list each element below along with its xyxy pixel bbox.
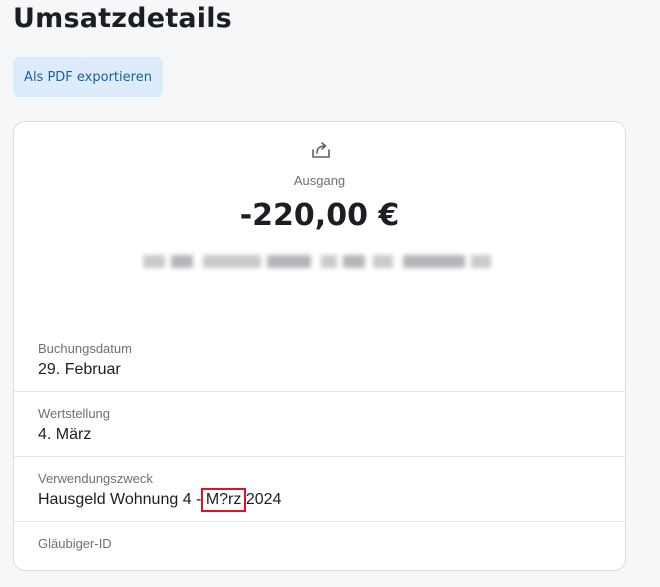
creditor-id-label: Gläubiger-ID xyxy=(38,536,112,551)
transaction-card: Ausgang -220,00 € Buchungsdatum 29. Febr… xyxy=(13,121,626,571)
value-date-value: 4. März xyxy=(38,426,92,443)
value-date-label: Wertstellung xyxy=(38,406,111,421)
detail-purpose: Verwendungszweck Hausgeld Wohnung 4 - M?… xyxy=(14,458,625,522)
counterparty-redacted xyxy=(143,252,493,272)
page-title: Umsatzdetails xyxy=(13,3,232,34)
detail-booking-date: Buchungsdatum 29. Februar xyxy=(14,328,625,392)
booking-date-label: Buchungsdatum xyxy=(38,341,132,356)
transaction-direction: Ausgang xyxy=(293,173,346,188)
purpose-text-end: 2024 xyxy=(241,491,282,508)
purpose-value: Hausgeld Wohnung 4 - M?rz 2024 xyxy=(38,488,282,512)
purpose-highlighted-month: M?rz xyxy=(200,488,247,512)
detail-creditor-id: Gläubiger-ID xyxy=(14,523,625,587)
share-outgoing-icon xyxy=(310,139,332,161)
export-pdf-button[interactable]: Als PDF exportieren xyxy=(13,57,163,97)
detail-value-date: Wertstellung 4. März xyxy=(14,393,625,457)
purpose-label: Verwendungszweck xyxy=(38,471,153,486)
purpose-text-start: Hausgeld Wohnung 4 - xyxy=(38,491,206,508)
booking-date-value: 29. Februar xyxy=(38,361,121,378)
transaction-amount: -220,00 € xyxy=(239,198,400,233)
